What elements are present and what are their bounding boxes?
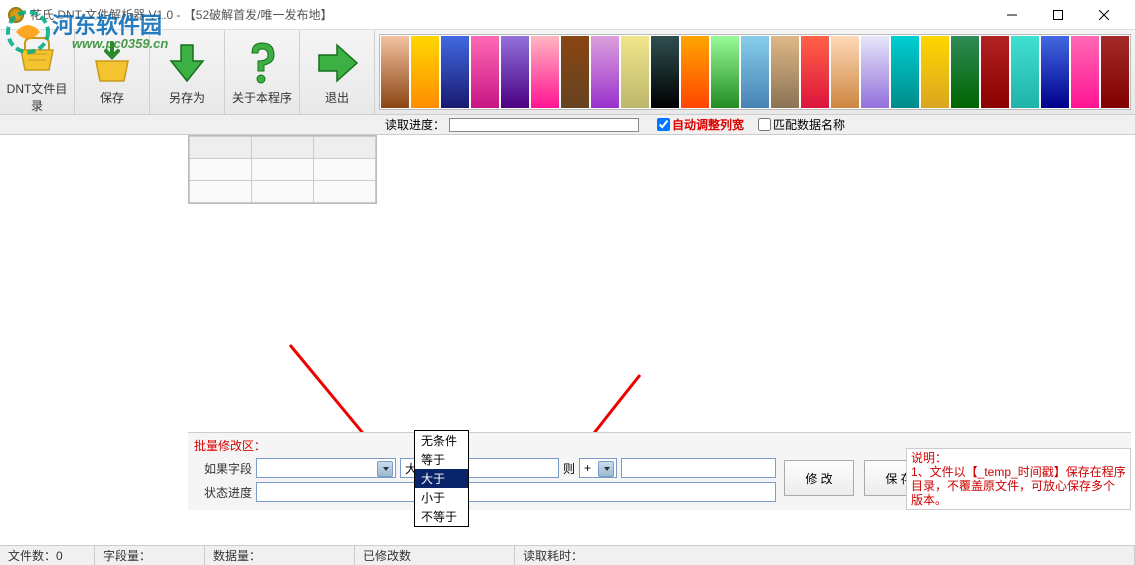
info-line: 1、文件以【_temp_时间戳】保存在程序目录，不覆盖原文件，可放心保存多个版本… (911, 465, 1126, 507)
save-button[interactable]: 保存 (75, 30, 150, 114)
status-fields: 字段量： (95, 546, 205, 565)
status-bar: 文件数：0 字段量： 数据量： 已修改数 读取耗时： (0, 545, 1135, 565)
grid-cell[interactable] (314, 181, 376, 203)
grid-header-cell[interactable] (314, 137, 376, 159)
action-value-input[interactable] (621, 458, 776, 478)
dropdown-option[interactable]: 等于 (415, 450, 468, 469)
dropdown-option[interactable]: 小于 (415, 488, 468, 507)
open-dir-label: DNT文件目录 (2, 80, 72, 114)
grid-cell[interactable] (252, 181, 314, 203)
progress-label: 读取进度： (385, 116, 445, 133)
saveas-button[interactable]: 另存为 (150, 30, 225, 114)
main-area: 批量修改区： 如果字段 大于 则 + 状态进度 修 改 (0, 135, 1135, 510)
question-icon (238, 39, 286, 87)
grid-cell[interactable] (252, 159, 314, 181)
arrow-right-green-icon (313, 39, 361, 87)
options-bar: 读取进度： 自动调整列宽 匹配数据名称 (0, 115, 1135, 135)
condition-value-input[interactable] (459, 458, 559, 478)
grid-cell[interactable] (314, 159, 376, 181)
dropdown-option[interactable]: 不等于 (415, 507, 468, 526)
status-label: 状态进度 (194, 484, 252, 501)
grid-cell[interactable] (190, 181, 252, 203)
banner-image (379, 34, 1131, 110)
info-panel: 说明： 1、文件以【_temp_时间戳】保存在程序目录，不覆盖原文件，可放心保存… (906, 448, 1131, 510)
match-name-checkbox[interactable]: 匹配数据名称 (758, 116, 845, 133)
status-progress-field (256, 482, 776, 502)
close-button[interactable] (1081, 0, 1127, 30)
then-label: 则 (563, 460, 575, 477)
dropdown-option-selected[interactable]: 大于 (415, 469, 468, 488)
exit-label: 退出 (325, 89, 349, 106)
minimize-button[interactable] (989, 0, 1035, 30)
grid-header-cell[interactable] (190, 137, 252, 159)
about-button[interactable]: 关于本程序 (225, 30, 300, 114)
data-grid[interactable] (188, 135, 377, 204)
window-title: 花氏 DNT 文件解析器 V1.0 - 【52破解首发/唯一发布地】 (30, 6, 989, 23)
grid-cell[interactable] (190, 159, 252, 181)
status-elapsed: 读取耗时： (515, 546, 1135, 565)
saveas-label: 另存为 (169, 89, 205, 106)
toolbar: DNT文件目录 保存 另存为 关于本程序 退出 (0, 30, 1135, 115)
arrow-down-green-icon (163, 39, 211, 87)
grid-header-cell[interactable] (252, 137, 314, 159)
status-modified: 已修改数 (355, 546, 515, 565)
action-op-select[interactable]: + (579, 458, 617, 478)
condition-field-select[interactable] (256, 458, 396, 478)
open-dir-button[interactable]: DNT文件目录 (0, 30, 75, 114)
condition-op-dropdown[interactable]: 无条件 等于 大于 小于 不等于 (414, 430, 469, 527)
auto-width-input[interactable] (657, 118, 670, 131)
if-label: 如果字段 (194, 460, 252, 477)
status-files: 文件数：0 (0, 546, 95, 565)
auto-width-checkbox[interactable]: 自动调整列宽 (657, 116, 744, 133)
modify-button[interactable]: 修 改 (784, 460, 854, 496)
basket-arrow-icon (88, 39, 136, 87)
about-label: 关于本程序 (232, 89, 292, 106)
basket-icon (13, 30, 61, 78)
exit-button[interactable]: 退出 (300, 30, 375, 114)
dropdown-option[interactable]: 无条件 (415, 431, 468, 450)
match-name-input[interactable] (758, 118, 771, 131)
title-bar: 花氏 DNT 文件解析器 V1.0 - 【52破解首发/唯一发布地】 (0, 0, 1135, 30)
app-icon (8, 7, 24, 23)
info-header: 说明： (911, 451, 1126, 465)
read-progress-bar (449, 118, 639, 132)
status-rows: 数据量： (205, 546, 355, 565)
save-label: 保存 (100, 89, 124, 106)
maximize-button[interactable] (1035, 0, 1081, 30)
